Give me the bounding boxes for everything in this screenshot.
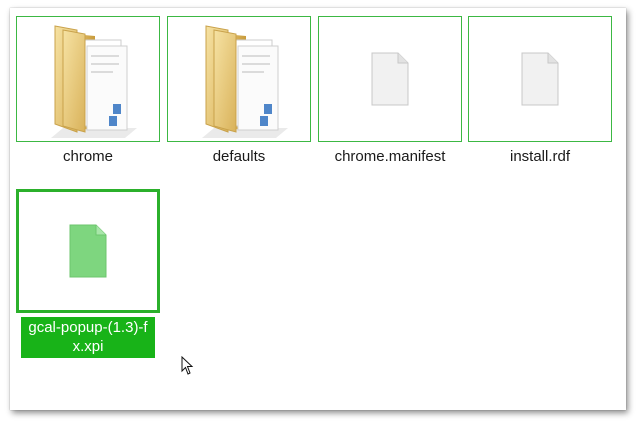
file-name-label: install.rdf [509, 148, 571, 165]
folder-icon [202, 25, 288, 138]
file-explorer-view: chrome defaults chrome.manifest install.… [10, 8, 626, 410]
file-name-label: chrome [62, 148, 114, 165]
file-item-defaults[interactable]: defaults [167, 16, 311, 165]
thumbnail [468, 16, 612, 142]
xpi-file-icon [69, 224, 107, 278]
thumbnail [16, 16, 160, 142]
folder-icon [51, 25, 137, 138]
file-name-label: gcal-popup-(1.3)-fx.xpi [21, 317, 155, 358]
thumbnail [167, 16, 311, 142]
file-item-chrome[interactable]: chrome [16, 16, 160, 165]
mouse-cursor-icon [181, 356, 194, 375]
thumbnail [318, 16, 462, 142]
thumbnail [16, 189, 160, 313]
file-item-install-rdf[interactable]: install.rdf [468, 16, 612, 165]
file-name-label: chrome.manifest [334, 148, 446, 165]
file-item-gcal-popup-xpi[interactable]: gcal-popup-(1.3)-fx.xpi [16, 189, 160, 358]
file-icon [371, 52, 409, 106]
file-name-label: defaults [212, 148, 266, 165]
file-icon [521, 52, 559, 106]
file-item-chrome-manifest[interactable]: chrome.manifest [318, 16, 462, 165]
